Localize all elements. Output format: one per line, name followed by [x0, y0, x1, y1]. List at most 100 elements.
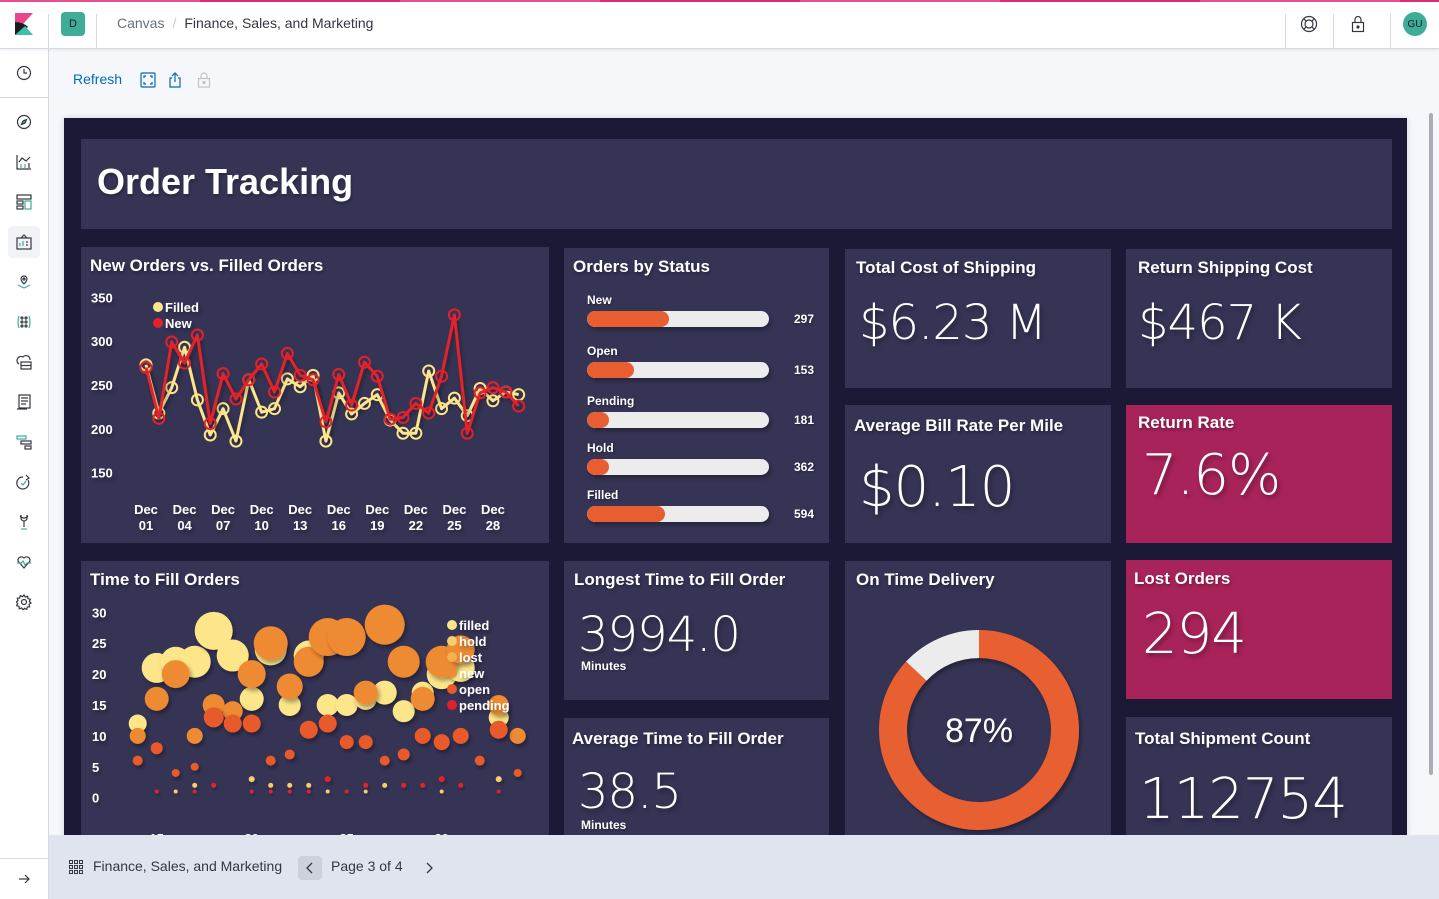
- breadcrumb-canvas[interactable]: Canvas: [117, 15, 164, 31]
- avg-bill-rate-panel[interactable]: Average Bill Rate Per Mile $0.10: [845, 405, 1111, 543]
- bubble-new[interactable]: [353, 680, 378, 705]
- bubble-new[interactable]: [387, 645, 420, 678]
- bubble-hold[interactable]: [325, 789, 330, 794]
- bubble-new[interactable]: [129, 727, 146, 744]
- longest-time-panel[interactable]: Longest Time to Fill Order 3994.0 Minute…: [564, 561, 829, 700]
- bubble-pending[interactable]: [401, 782, 407, 788]
- lock-button[interactable]: [1334, 0, 1382, 48]
- bubble-new[interactable]: [253, 626, 288, 661]
- nav-monitoring[interactable]: [0, 542, 48, 582]
- refresh-button[interactable]: Refresh: [73, 71, 122, 87]
- nav-maps[interactable]: [0, 262, 48, 302]
- new-vs-filled-panel[interactable]: New Orders vs. Filled Orders 150 200 250 30…: [81, 247, 549, 543]
- bubble-open[interactable]: [397, 748, 410, 761]
- bubble-open[interactable]: [284, 749, 295, 760]
- bubble-new[interactable]: [509, 727, 526, 744]
- bubble-pending[interactable]: [249, 789, 254, 794]
- bubble-open[interactable]: [318, 714, 337, 733]
- kibana-logo-icon[interactable]: [0, 0, 48, 48]
- share-button[interactable]: [166, 71, 184, 89]
- bubble-pending[interactable]: [438, 776, 445, 783]
- bubble-open[interactable]: [171, 768, 180, 777]
- nav-apm[interactable]: [0, 422, 48, 462]
- bubble-pending[interactable]: [287, 789, 292, 794]
- bubble-open[interactable]: [339, 735, 354, 750]
- bubble-pending[interactable]: [154, 789, 159, 794]
- nav-expand-button[interactable]: [0, 858, 48, 899]
- bubble-pending[interactable]: [363, 782, 369, 788]
- bubble-new[interactable]: [144, 686, 169, 711]
- bubble-pending[interactable]: [420, 782, 426, 788]
- bubble-open[interactable]: [299, 720, 318, 739]
- bubble-pending[interactable]: [324, 776, 331, 783]
- bubble-open[interactable]: [242, 714, 261, 733]
- bubble-new[interactable]: [186, 727, 203, 744]
- return-rate-panel[interactable]: Return Rate 7.6%: [1126, 405, 1392, 543]
- next-page-button[interactable]: [417, 856, 441, 880]
- bubble-pending[interactable]: [344, 789, 349, 794]
- lock-workpad-button[interactable]: [195, 71, 213, 89]
- nav-management[interactable]: [0, 582, 48, 622]
- nav-visualize[interactable]: [0, 142, 48, 182]
- time-to-fill-panel[interactable]: Time to Fill Orders 05101520253015202530…: [81, 561, 549, 838]
- nav-logs[interactable]: [0, 382, 48, 422]
- bubble-pending[interactable]: [458, 782, 464, 788]
- bubble-hold[interactable]: [173, 789, 178, 794]
- data-point-new[interactable]: [512, 399, 526, 413]
- bubble-open[interactable]: [414, 727, 431, 744]
- nav-uptime[interactable]: [0, 462, 48, 502]
- bubble-hold[interactable]: [248, 776, 255, 783]
- bubble-pending[interactable]: [268, 789, 273, 794]
- bubble-pending[interactable]: [496, 789, 501, 794]
- bubble-filled[interactable]: [239, 686, 264, 711]
- bubble-hold[interactable]: [287, 782, 293, 788]
- bubble-filled[interactable]: [392, 700, 415, 723]
- return-shipping-cost-panel[interactable]: Return Shipping Cost $467 K: [1126, 249, 1392, 388]
- bubble-new[interactable]: [327, 618, 366, 657]
- bubble-new[interactable]: [276, 673, 303, 700]
- bubble-new[interactable]: [410, 686, 435, 711]
- space-avatar[interactable]: D: [61, 12, 85, 36]
- bubble-open[interactable]: [489, 720, 508, 739]
- bubble-filled[interactable]: [316, 694, 339, 716]
- previous-page-button[interactable]: [298, 856, 322, 880]
- bubble-open[interactable]: [379, 755, 390, 766]
- on-time-delivery-panel[interactable]: On Time Delivery 87%: [845, 561, 1111, 838]
- total-cost-shipping-panel[interactable]: Total Cost of Shipping $6.23 M: [845, 249, 1111, 388]
- bubble-pending[interactable]: [192, 789, 197, 794]
- nav-discover[interactable]: [0, 102, 48, 142]
- bubble-new[interactable]: [161, 660, 190, 689]
- nav-dashboard[interactable]: [0, 182, 48, 222]
- bubble-new[interactable]: [237, 660, 266, 689]
- nav-infrastructure[interactable]: [0, 342, 48, 382]
- avg-time-panel[interactable]: Average Time to Fill Order 38.5 Minutes: [564, 718, 829, 838]
- bubble-pending[interactable]: [211, 782, 217, 788]
- user-menu-button[interactable]: GU: [1391, 0, 1439, 48]
- nav-machine-learning[interactable]: [0, 302, 48, 342]
- total-shipment-panel[interactable]: Total Shipment Count 112754: [1126, 717, 1392, 838]
- bubble-hold[interactable]: [495, 776, 502, 783]
- bubble-open[interactable]: [190, 762, 199, 771]
- nav-canvas[interactable]: [0, 222, 48, 262]
- bubble-open[interactable]: [433, 734, 450, 751]
- bubble-open[interactable]: [513, 768, 522, 777]
- bubble-open[interactable]: [452, 727, 469, 744]
- bubble-hold[interactable]: [268, 782, 274, 788]
- bubble-hold[interactable]: [306, 782, 312, 788]
- page-grid-icon[interactable]: [69, 860, 83, 874]
- nav-dev-tools[interactable]: [0, 502, 48, 542]
- title-panel[interactable]: Order Tracking: [81, 139, 1392, 229]
- nav-recently-viewed[interactable]: [0, 53, 48, 93]
- bubble-open[interactable]: [265, 755, 276, 766]
- bubble-open[interactable]: [132, 755, 143, 766]
- fullscreen-button[interactable]: [139, 71, 157, 89]
- bubble-hold[interactable]: [382, 782, 388, 788]
- bubble-open[interactable]: [358, 735, 373, 750]
- bubble-hold[interactable]: [192, 782, 198, 788]
- bubble-open[interactable]: [150, 742, 163, 755]
- help-button[interactable]: [1285, 0, 1333, 48]
- bubble-open[interactable]: [474, 755, 485, 766]
- bubble-open[interactable]: [223, 714, 242, 733]
- bubble-pending[interactable]: [306, 789, 311, 794]
- bubble-hold[interactable]: [363, 789, 368, 794]
